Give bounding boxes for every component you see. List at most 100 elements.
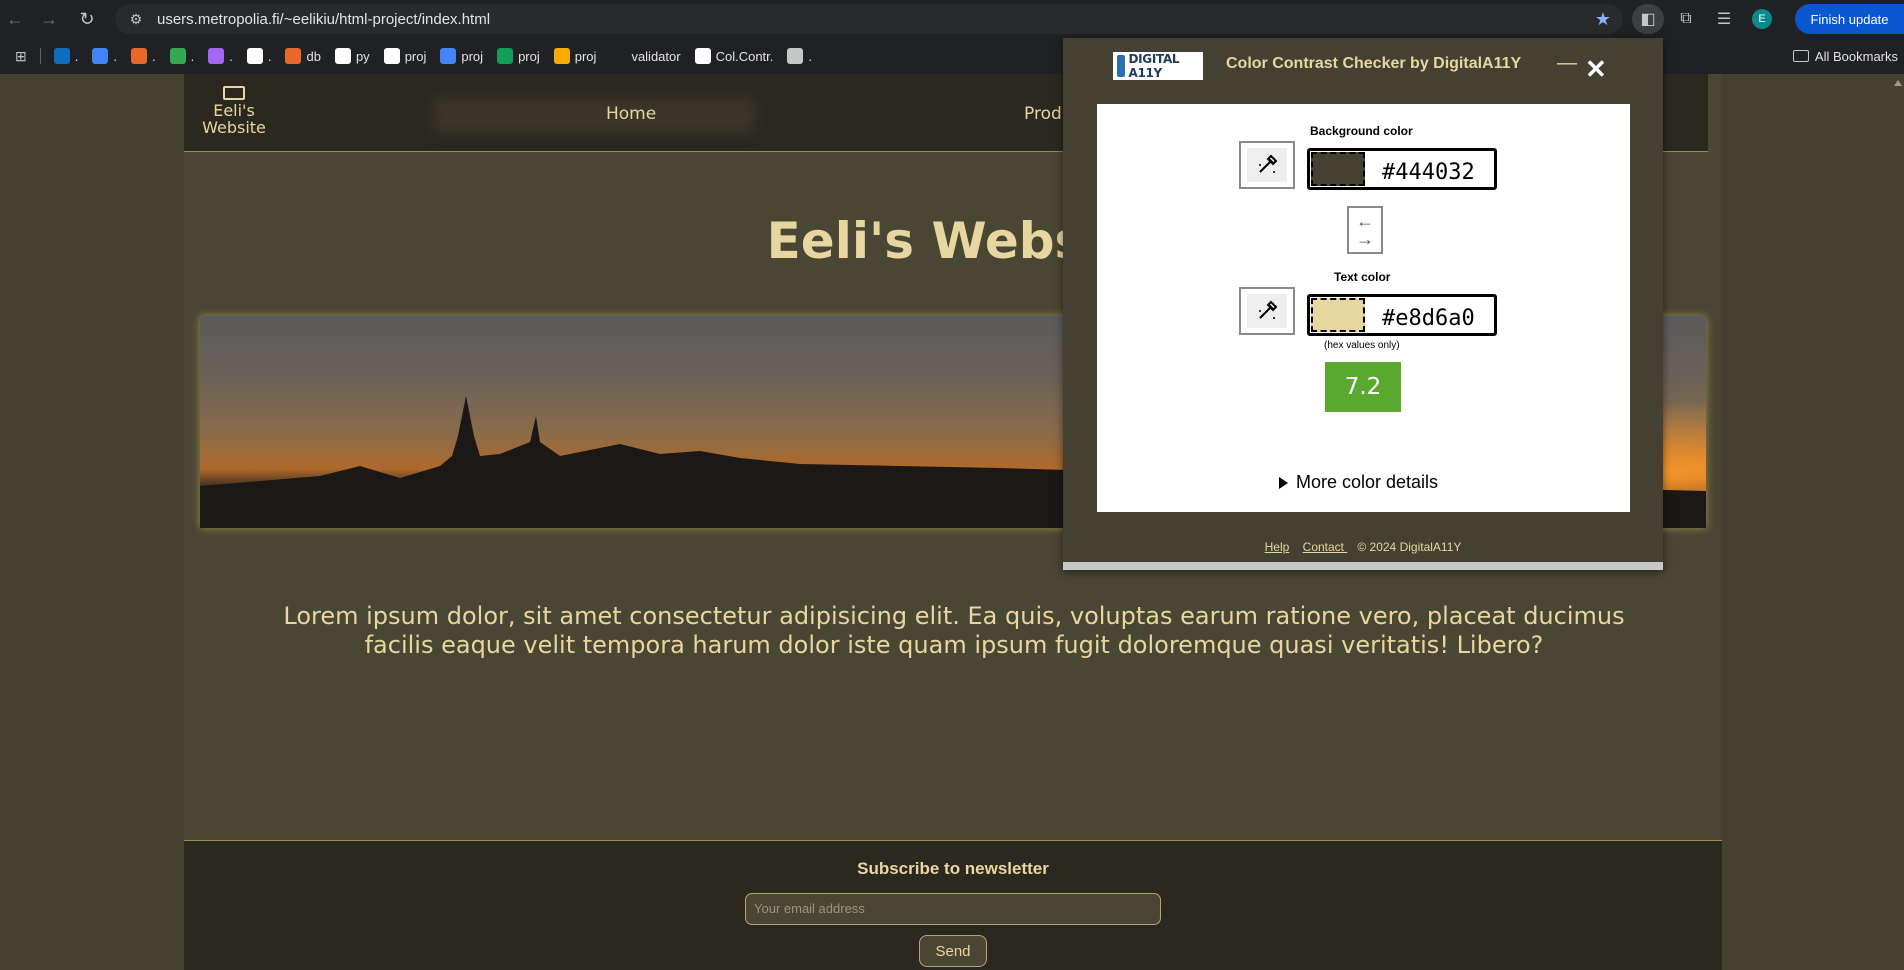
bookmark-item[interactable]: proj <box>492 44 545 68</box>
nav-products-link[interactable]: Prod <box>1024 104 1062 124</box>
bookmark-label: . <box>113 48 117 64</box>
reading-list-button[interactable]: ☰ <box>1708 4 1740 34</box>
bookmark-item[interactable]: py <box>330 44 375 68</box>
site-logo[interactable]: Eeli's Website <box>198 86 270 136</box>
bookmark-list: ...... db py proj proj proj proj validator Col.C… <box>49 44 817 68</box>
background-hex-value: #444032 <box>1382 160 1475 185</box>
site-settings-icon[interactable]: ⚙ <box>123 11 149 28</box>
contact-link[interactable]: Contact <box>1303 540 1348 554</box>
copilot-icon <box>208 48 225 64</box>
bookmark-item[interactable]: . <box>782 44 817 68</box>
puzzle-icon: ⧉ <box>1680 10 1692 27</box>
text-color-field[interactable]: #e8d6a0 <box>1307 294 1497 336</box>
bookmark-item[interactable]: . <box>242 44 277 68</box>
background-color-field[interactable]: #444032 <box>1307 148 1497 190</box>
laptop-icon <box>223 86 245 100</box>
metropolia-icon <box>285 48 302 64</box>
contrast-checker-icon: ◧ <box>1640 11 1656 28</box>
nav-home-link[interactable]: Home <box>606 104 656 124</box>
bookmark-item[interactable]: . <box>49 44 84 68</box>
page-scrollbar[interactable] <box>1892 74 1904 970</box>
extension-icon <box>787 48 804 64</box>
send-button[interactable]: Send <box>919 935 987 967</box>
background-swatch[interactable] <box>1311 152 1365 186</box>
checker-panel: Background color #444032 ← → Text color … <box>1097 104 1630 512</box>
all-bookmarks-button[interactable]: All Bookmarks <box>1792 38 1898 74</box>
subscribe-title: Subscribe to newsletter <box>857 859 1049 878</box>
bookmark-label: proj <box>518 48 540 64</box>
popup-scrollbar[interactable] <box>1063 562 1663 570</box>
browser-toolbar: ← → ↻ ⚙ users.metropolia.fi/~eelikiu/htm… <box>0 0 1904 38</box>
lifebuoy-icon <box>694 48 711 64</box>
bookmark-item[interactable]: . <box>87 44 122 68</box>
bookmark-label: proj <box>461 48 484 64</box>
text-swatch[interactable] <box>1311 298 1365 332</box>
sheets-icon <box>497 48 514 64</box>
nu-icon <box>610 48 627 64</box>
site-footer: Subscribe to newsletter Your email addre… <box>184 840 1722 970</box>
minimize-icon[interactable]: — <box>1557 53 1577 73</box>
finish-update-button[interactable]: Finish update <box>1795 4 1904 34</box>
bookmark-label: proj <box>574 48 597 64</box>
bookmark-label: . <box>808 48 813 64</box>
github-icon <box>246 48 263 64</box>
apps-button[interactable]: ⊞ <box>10 44 32 69</box>
bookmark-item[interactable]: Col.Contr. <box>690 44 779 68</box>
bookmark-star-icon[interactable]: ★ <box>1595 9 1611 30</box>
avatar: E <box>1752 9 1772 29</box>
help-link[interactable]: Help <box>1265 540 1290 554</box>
outlook-icon <box>53 48 70 64</box>
a11y-figure-icon <box>1117 55 1126 77</box>
digitala11y-logo: DIGITAL A11Y <box>1113 52 1203 80</box>
apps-grid-icon: ⊞ <box>15 47 27 64</box>
arrow-left-icon: ← <box>6 8 24 29</box>
text-hex-value: #e8d6a0 <box>1382 306 1475 331</box>
popup-title: Color Contrast Checker by DigitalA11Y <box>1226 55 1522 72</box>
nav-highlight <box>434 98 754 132</box>
bookmark-label: db <box>306 48 321 64</box>
text-eyedropper-button[interactable] <box>1239 287 1295 335</box>
swap-colors-button[interactable]: ← → <box>1347 206 1383 254</box>
arrow-left-icon: ← <box>1356 211 1374 231</box>
extensions-button[interactable]: ⧉ <box>1670 4 1702 34</box>
background-color-label: Background color <box>1310 124 1413 138</box>
more-color-details-toggle[interactable]: More color details <box>1279 472 1438 493</box>
scroll-up-icon[interactable] <box>1894 80 1902 86</box>
arrow-right-icon: → <box>1356 229 1374 249</box>
address-bar[interactable]: ⚙ users.metropolia.fi/~eelikiu/html-proj… <box>115 4 1623 34</box>
github-icon <box>383 48 400 64</box>
github-icon <box>334 48 351 64</box>
bookmark-item[interactable]: proj <box>549 44 602 68</box>
bookmark-item[interactable]: . <box>126 44 161 68</box>
forward-button[interactable]: → <box>34 4 64 34</box>
bookmark-item[interactable]: proj <box>379 44 432 68</box>
background-eyedropper-button[interactable] <box>1239 141 1295 189</box>
popup-footer: Help Contact © 2024 DigitalA11Y <box>1063 540 1663 554</box>
email-input[interactable]: Your email address <box>745 893 1161 925</box>
popup-header: DIGITAL A11Y Color Contrast Checker by D… <box>1063 38 1663 100</box>
bookmark-label: . <box>267 48 272 64</box>
profile-button[interactable]: E <box>1746 4 1778 34</box>
bookmark-item[interactable]: proj <box>435 44 488 68</box>
bookmark-item[interactable]: db <box>280 44 325 68</box>
more-details-label: More color details <box>1296 472 1439 492</box>
all-bookmarks-label: All Bookmarks <box>1814 48 1898 64</box>
url-text: users.metropolia.fi/~eelikiu/html-projec… <box>157 10 491 28</box>
contrast-checker-popup: DIGITAL A11Y Color Contrast Checker by D… <box>1063 38 1663 570</box>
contrast-extension-button[interactable]: ◧ <box>1632 4 1664 34</box>
text-color-label: Text color <box>1334 270 1391 284</box>
bookmark-label: . <box>190 48 195 64</box>
reload-icon: ↻ <box>79 8 95 29</box>
back-button[interactable]: ← <box>0 4 30 34</box>
bookmark-item[interactable]: validator <box>605 44 685 68</box>
bookmark-item[interactable]: . <box>165 44 200 68</box>
close-icon[interactable]: ✕ <box>1585 56 1607 82</box>
reload-button[interactable]: ↻ <box>72 4 102 34</box>
eyedropper-icon <box>1247 148 1287 182</box>
bookmark-item[interactable]: . <box>203 44 238 68</box>
bookmark-label: py <box>355 48 370 64</box>
bookmark-label: . <box>151 48 156 64</box>
bookmark-label: validator <box>631 48 681 64</box>
metropolia-icon <box>130 48 147 64</box>
brand-text: DIGITAL A11Y <box>1128 52 1180 80</box>
